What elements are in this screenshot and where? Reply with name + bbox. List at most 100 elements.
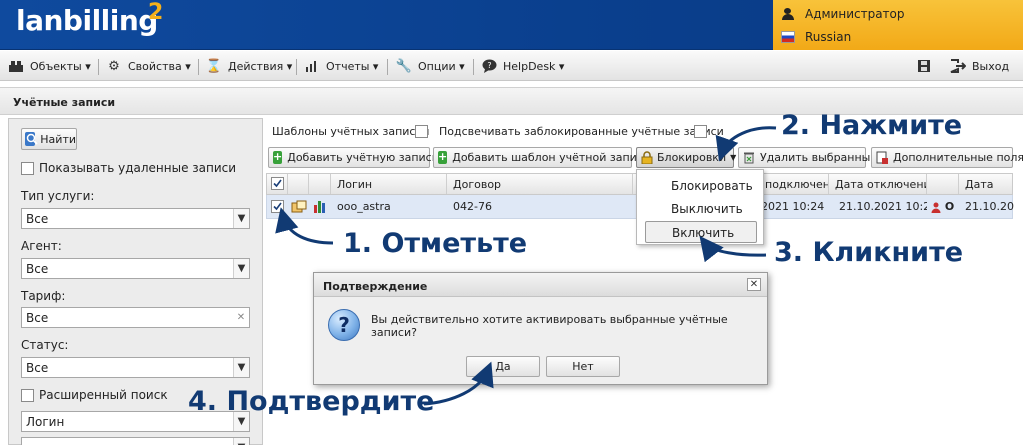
add-template-button[interactable]: + Добавить шаблон учётной записи bbox=[433, 147, 650, 168]
menu-reports-label: Отчеты ▾ bbox=[326, 59, 379, 73]
menu-properties[interactable]: ⚙ Свойства ▾ bbox=[106, 58, 191, 74]
gear-icon: ⚙ bbox=[108, 58, 120, 74]
search-input[interactable]: ▼ bbox=[21, 437, 250, 445]
user-icon bbox=[781, 8, 795, 20]
column-contract[interactable]: Договор bbox=[447, 174, 633, 194]
dialog-message: Вы действительно хотите активировать выб… bbox=[371, 313, 728, 339]
agent-select[interactable]: Все ▼ bbox=[21, 258, 250, 279]
advanced-search-label: Расширенный поиск bbox=[39, 388, 168, 402]
user-status-icon bbox=[931, 202, 941, 213]
chevron-down-icon: ▼ bbox=[730, 153, 737, 162]
column-connect-date[interactable]: подключения bbox=[761, 174, 829, 194]
confirm-dialog: Подтверждение ✕ ? Вы действительно хотит… bbox=[313, 272, 768, 385]
menu-divider bbox=[198, 59, 199, 75]
app-logo-version: 2 bbox=[148, 0, 164, 25]
menu-options[interactable]: 🔧 Опции ▾ bbox=[396, 58, 465, 74]
row-contract: 042-76 bbox=[453, 200, 492, 213]
row-connect-date: 2021 10:24 bbox=[761, 200, 825, 213]
delete-selected-label: Удалить выбранные bbox=[760, 151, 878, 164]
chart-icon bbox=[304, 59, 320, 73]
clear-icon[interactable]: ✕ bbox=[233, 308, 249, 327]
chevron-down-icon: ▼ bbox=[233, 438, 249, 445]
no-button[interactable]: Нет bbox=[546, 356, 620, 377]
agent-label: Агент: bbox=[21, 239, 62, 253]
agent-value: Все bbox=[26, 262, 49, 276]
status-select[interactable]: Все ▼ bbox=[21, 357, 250, 378]
tariff-value: Все bbox=[26, 311, 49, 325]
status-glyph: O bbox=[944, 200, 955, 213]
status-cell: O bbox=[927, 195, 959, 218]
main-menu: Объекты ▾ ⚙ Свойства ▾ ⌛ Действия ▾ Отче… bbox=[0, 51, 1023, 81]
question-icon: ? bbox=[328, 309, 360, 341]
language-selector[interactable]: Russian bbox=[781, 27, 851, 47]
current-user[interactable]: Администратор bbox=[781, 4, 905, 24]
annotation-step-3: 3. Кликните bbox=[774, 237, 964, 268]
service-type-label: Тип услуги: bbox=[21, 189, 95, 203]
select-all-checkbox[interactable] bbox=[271, 177, 284, 190]
exit-button[interactable]: Выход bbox=[950, 58, 1009, 74]
service-type-value: Все bbox=[26, 212, 49, 226]
add-account-button[interactable]: + Добавить учётную запись bbox=[268, 147, 438, 168]
row-checkbox[interactable] bbox=[271, 200, 284, 213]
menu-options-label: Опции ▾ bbox=[418, 59, 465, 73]
additional-fields-label: Дополнительные поля bbox=[893, 151, 1023, 164]
show-deleted-checkbox[interactable] bbox=[21, 162, 34, 175]
highlight-blocked-checkbox[interactable] bbox=[694, 125, 707, 138]
save-icon-button[interactable] bbox=[916, 58, 938, 74]
blocks-label: Блокировки bbox=[657, 151, 727, 164]
menu-reports[interactable]: Отчеты ▾ bbox=[304, 58, 378, 74]
add-account-label: Добавить учётную запись bbox=[287, 151, 439, 164]
blocks-button[interactable]: Блокировки ▼ bbox=[636, 147, 737, 168]
column-disconnect-date[interactable]: Дата отключения bbox=[829, 174, 927, 194]
close-icon[interactable]: ✕ bbox=[747, 278, 761, 291]
grid-header-icons bbox=[309, 174, 331, 194]
menu-actions[interactable]: ⌛ Действия ▾ bbox=[206, 58, 292, 74]
column-date[interactable]: Дата bbox=[959, 174, 1012, 194]
select-all-cell bbox=[267, 174, 288, 194]
column-login[interactable]: Логин bbox=[331, 174, 447, 194]
menu-divider bbox=[98, 59, 99, 75]
find-button-label: Найти bbox=[40, 132, 76, 146]
menu-item-enable[interactable]: Включить bbox=[645, 221, 757, 243]
add-template-label: Добавить шаблон учётной записи bbox=[452, 151, 651, 164]
templates-checkbox[interactable] bbox=[415, 125, 428, 138]
save-icon bbox=[916, 59, 932, 73]
user-name: Администратор bbox=[805, 7, 905, 21]
menu-divider bbox=[387, 59, 388, 75]
chevron-down-icon: ▼ bbox=[233, 358, 249, 377]
advanced-search-checkbox[interactable] bbox=[21, 389, 34, 402]
menu-item-disable[interactable]: Выключить bbox=[645, 198, 757, 220]
service-type-select[interactable]: Все ▼ bbox=[21, 208, 250, 229]
chevron-down-icon: ▼ bbox=[233, 259, 249, 278]
yes-button[interactable]: Да bbox=[466, 356, 540, 377]
app-logo: lanbilling bbox=[16, 4, 158, 37]
column-status[interactable] bbox=[927, 174, 959, 194]
annotation-step-1: 1. Отметьте bbox=[343, 228, 528, 259]
menu-item-block[interactable]: Блокировать bbox=[645, 175, 757, 197]
search-icon bbox=[25, 132, 38, 146]
menu-divider bbox=[473, 59, 474, 75]
delete-selected-button[interactable]: Удалить выбранные bbox=[738, 147, 877, 168]
chevron-down-icon: ▼ bbox=[233, 209, 249, 228]
objects-icon bbox=[8, 59, 24, 73]
annotation-step-2: 2. Нажмите bbox=[781, 110, 963, 141]
wrench-icon: 🔧 bbox=[395, 58, 413, 74]
tariff-select[interactable]: Все ✕ bbox=[21, 307, 250, 328]
find-button[interactable]: Найти bbox=[21, 128, 77, 150]
search-field-value: Логин bbox=[26, 415, 65, 429]
annotation-step-4: 4. Подтвердите bbox=[188, 386, 435, 417]
edit-icon[interactable] bbox=[291, 195, 307, 218]
menu-actions-label: Действия ▾ bbox=[228, 59, 293, 73]
app-header: lanbilling 2 Администратор Russian bbox=[0, 0, 1023, 50]
menu-helpdesk[interactable]: ? HelpDesk ▾ bbox=[481, 58, 564, 74]
language-label: Russian bbox=[805, 30, 852, 44]
add-icon: + bbox=[273, 150, 283, 164]
additional-fields-button[interactable]: Дополнительные поля bbox=[871, 147, 1023, 168]
document-icon bbox=[876, 151, 888, 164]
row-date: 21.10.2021 bbox=[965, 200, 1014, 213]
menu-properties-label: Свойства ▾ bbox=[128, 59, 191, 73]
menu-objects[interactable]: Объекты ▾ bbox=[8, 58, 91, 74]
menu-helpdesk-label: HelpDesk ▾ bbox=[503, 59, 565, 73]
stats-icon[interactable] bbox=[313, 195, 327, 218]
menu-divider bbox=[296, 59, 297, 75]
